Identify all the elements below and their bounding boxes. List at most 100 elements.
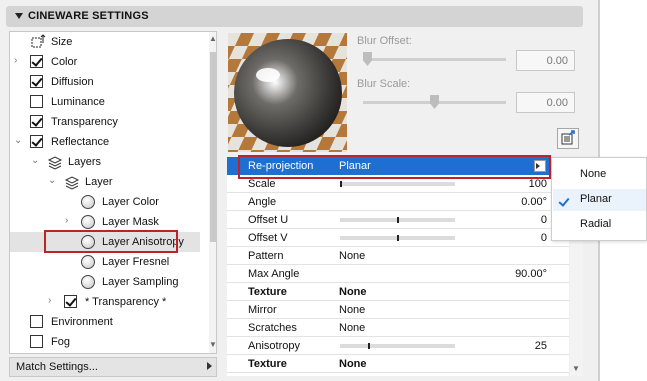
slider-tick[interactable]: [340, 181, 342, 187]
property-row[interactable]: Anisotropy 25: [227, 337, 569, 355]
property-row[interactable]: Re-projection Planar: [227, 157, 569, 175]
property-value[interactable]: None: [339, 250, 365, 262]
texture-options-button[interactable]: [557, 128, 579, 149]
layers-icon: [64, 176, 80, 190]
scroll-down-icon[interactable]: ▼: [209, 340, 216, 349]
tree-item[interactable]: Layer Fresnel: [10, 252, 200, 272]
expand-chevron-icon[interactable]: ⌄: [48, 176, 56, 186]
dropdown-arrow-icon[interactable]: [534, 160, 546, 172]
expand-chevron-icon[interactable]: ›: [65, 216, 73, 226]
property-row[interactable]: Pattern None: [227, 247, 569, 265]
blur-offset-slider[interactable]: [363, 52, 506, 66]
property-row[interactable]: Offset U 0: [227, 211, 569, 229]
layer-sphere-icon: [81, 215, 95, 229]
tree-item[interactable]: ⌄ Reflectance: [10, 132, 200, 152]
property-number[interactable]: 90.00°: [515, 268, 547, 280]
tree-item[interactable]: ⌄ Layer: [10, 172, 200, 192]
property-number[interactable]: 0: [541, 214, 547, 226]
blur-scale-slider[interactable]: [363, 95, 506, 109]
property-slider[interactable]: [340, 235, 455, 241]
material-preview: [228, 33, 347, 152]
property-slider[interactable]: [340, 181, 455, 187]
tree-item[interactable]: Environment: [10, 312, 200, 332]
tree-item-label: * Transparency *: [85, 296, 167, 308]
channel-tree: ▲ ▼ Size › Color Diffusion Luminance Transpar…: [9, 31, 217, 354]
tree-item-label: Layer Mask: [102, 216, 159, 228]
enable-checkbox[interactable]: [30, 115, 43, 128]
property-name: Pattern: [248, 250, 284, 262]
blur-offset-label: Blur Offset:: [357, 35, 412, 47]
tree-item[interactable]: Size: [10, 32, 200, 52]
tree-item-label: Color: [51, 56, 78, 68]
tree-item[interactable]: Layer Color: [10, 192, 200, 212]
property-row[interactable]: Mirror None: [227, 301, 569, 319]
tree-item-label: Layer Sampling: [102, 276, 179, 288]
tree-item-label: Layer Fresnel: [102, 256, 170, 268]
tree-item-label: Layer Anisotropy: [102, 236, 184, 248]
property-value[interactable]: None: [339, 286, 367, 298]
property-value[interactable]: Planar: [339, 160, 371, 172]
tree-item[interactable]: Fog: [10, 332, 200, 352]
layer-sphere-icon: [81, 255, 95, 269]
properties-grid: Re-projection Planar Scale 100 Angle 0.00° Off…: [227, 157, 569, 376]
layers-icon: [47, 156, 63, 170]
enable-checkbox[interactable]: [30, 55, 43, 68]
property-value[interactable]: None: [339, 358, 367, 370]
tree-item[interactable]: ⌄ Layers: [10, 152, 200, 172]
property-number[interactable]: 0: [541, 232, 547, 244]
tree-item[interactable]: Layer Anisotropy: [10, 232, 200, 252]
slider-tick[interactable]: [396, 217, 399, 223]
tree-scrollbar[interactable]: ▲ ▼: [209, 32, 216, 353]
blur-scale-field[interactable]: 0.00: [516, 92, 575, 113]
expand-chevron-icon[interactable]: ⌄: [31, 156, 39, 166]
enable-checkbox[interactable]: [64, 295, 77, 308]
tree-item[interactable]: Transparency: [10, 112, 200, 132]
tree-item[interactable]: Luminance: [10, 92, 200, 112]
property-row[interactable]: Angle 0.00°: [227, 193, 569, 211]
expand-chevron-icon[interactable]: ⌄: [14, 136, 22, 146]
menu-option-none[interactable]: None: [580, 168, 606, 180]
property-name: Texture: [248, 358, 287, 370]
property-row[interactable]: Texture None: [227, 355, 569, 373]
enable-checkbox[interactable]: [30, 75, 43, 88]
enable-checkbox[interactable]: [30, 315, 43, 328]
tree-item[interactable]: Diffusion: [10, 72, 200, 92]
expand-chevron-icon[interactable]: ›: [48, 296, 56, 306]
match-settings-button[interactable]: Match Settings...: [9, 357, 217, 377]
property-row[interactable]: Scratches None: [227, 319, 569, 337]
tree-item-label: Size: [51, 36, 73, 48]
tree-item[interactable]: › Color: [10, 52, 200, 72]
tree-item[interactable]: Layer Sampling: [10, 272, 200, 292]
enable-checkbox[interactable]: [30, 95, 43, 108]
tree-item-label: Diffusion: [51, 76, 94, 88]
property-name: Re-projection: [248, 160, 314, 172]
scroll-down-icon[interactable]: ▼: [572, 364, 580, 373]
tree-item[interactable]: › * Transparency *: [10, 292, 200, 312]
property-slider[interactable]: [340, 343, 455, 349]
blur-offset-field[interactable]: 0.00: [516, 50, 575, 71]
tree-item-label: Layer: [85, 176, 113, 188]
property-value[interactable]: None: [339, 304, 365, 316]
slider-tick[interactable]: [368, 343, 371, 349]
property-row[interactable]: Offset V 0: [227, 229, 569, 247]
property-number[interactable]: 0.00°: [521, 196, 547, 208]
tree-scroll-thumb[interactable]: [210, 52, 216, 242]
property-number[interactable]: 25: [535, 340, 547, 352]
property-row[interactable]: Texture None: [227, 283, 569, 301]
slider-tick[interactable]: [396, 235, 399, 241]
property-name: Mirror: [248, 304, 277, 316]
enable-checkbox[interactable]: [30, 335, 43, 348]
tree-item[interactable]: › Layer Mask: [10, 212, 200, 232]
property-row[interactable]: Scale 100: [227, 175, 569, 193]
expand-chevron-icon[interactable]: ›: [14, 56, 22, 66]
scroll-up-icon[interactable]: ▲: [209, 34, 216, 43]
property-row[interactable]: Max Angle 90.00°: [227, 265, 569, 283]
collapse-triangle-icon[interactable]: [15, 13, 23, 19]
property-value[interactable]: None: [339, 322, 365, 334]
menu-option-radial[interactable]: Radial: [580, 218, 611, 230]
property-slider[interactable]: [340, 217, 455, 223]
section-header[interactable]: CINEWARE SETTINGS: [6, 6, 583, 27]
enable-checkbox[interactable]: [30, 135, 43, 148]
menu-option-planar[interactable]: Planar: [580, 193, 612, 205]
property-number[interactable]: 100: [529, 178, 547, 190]
